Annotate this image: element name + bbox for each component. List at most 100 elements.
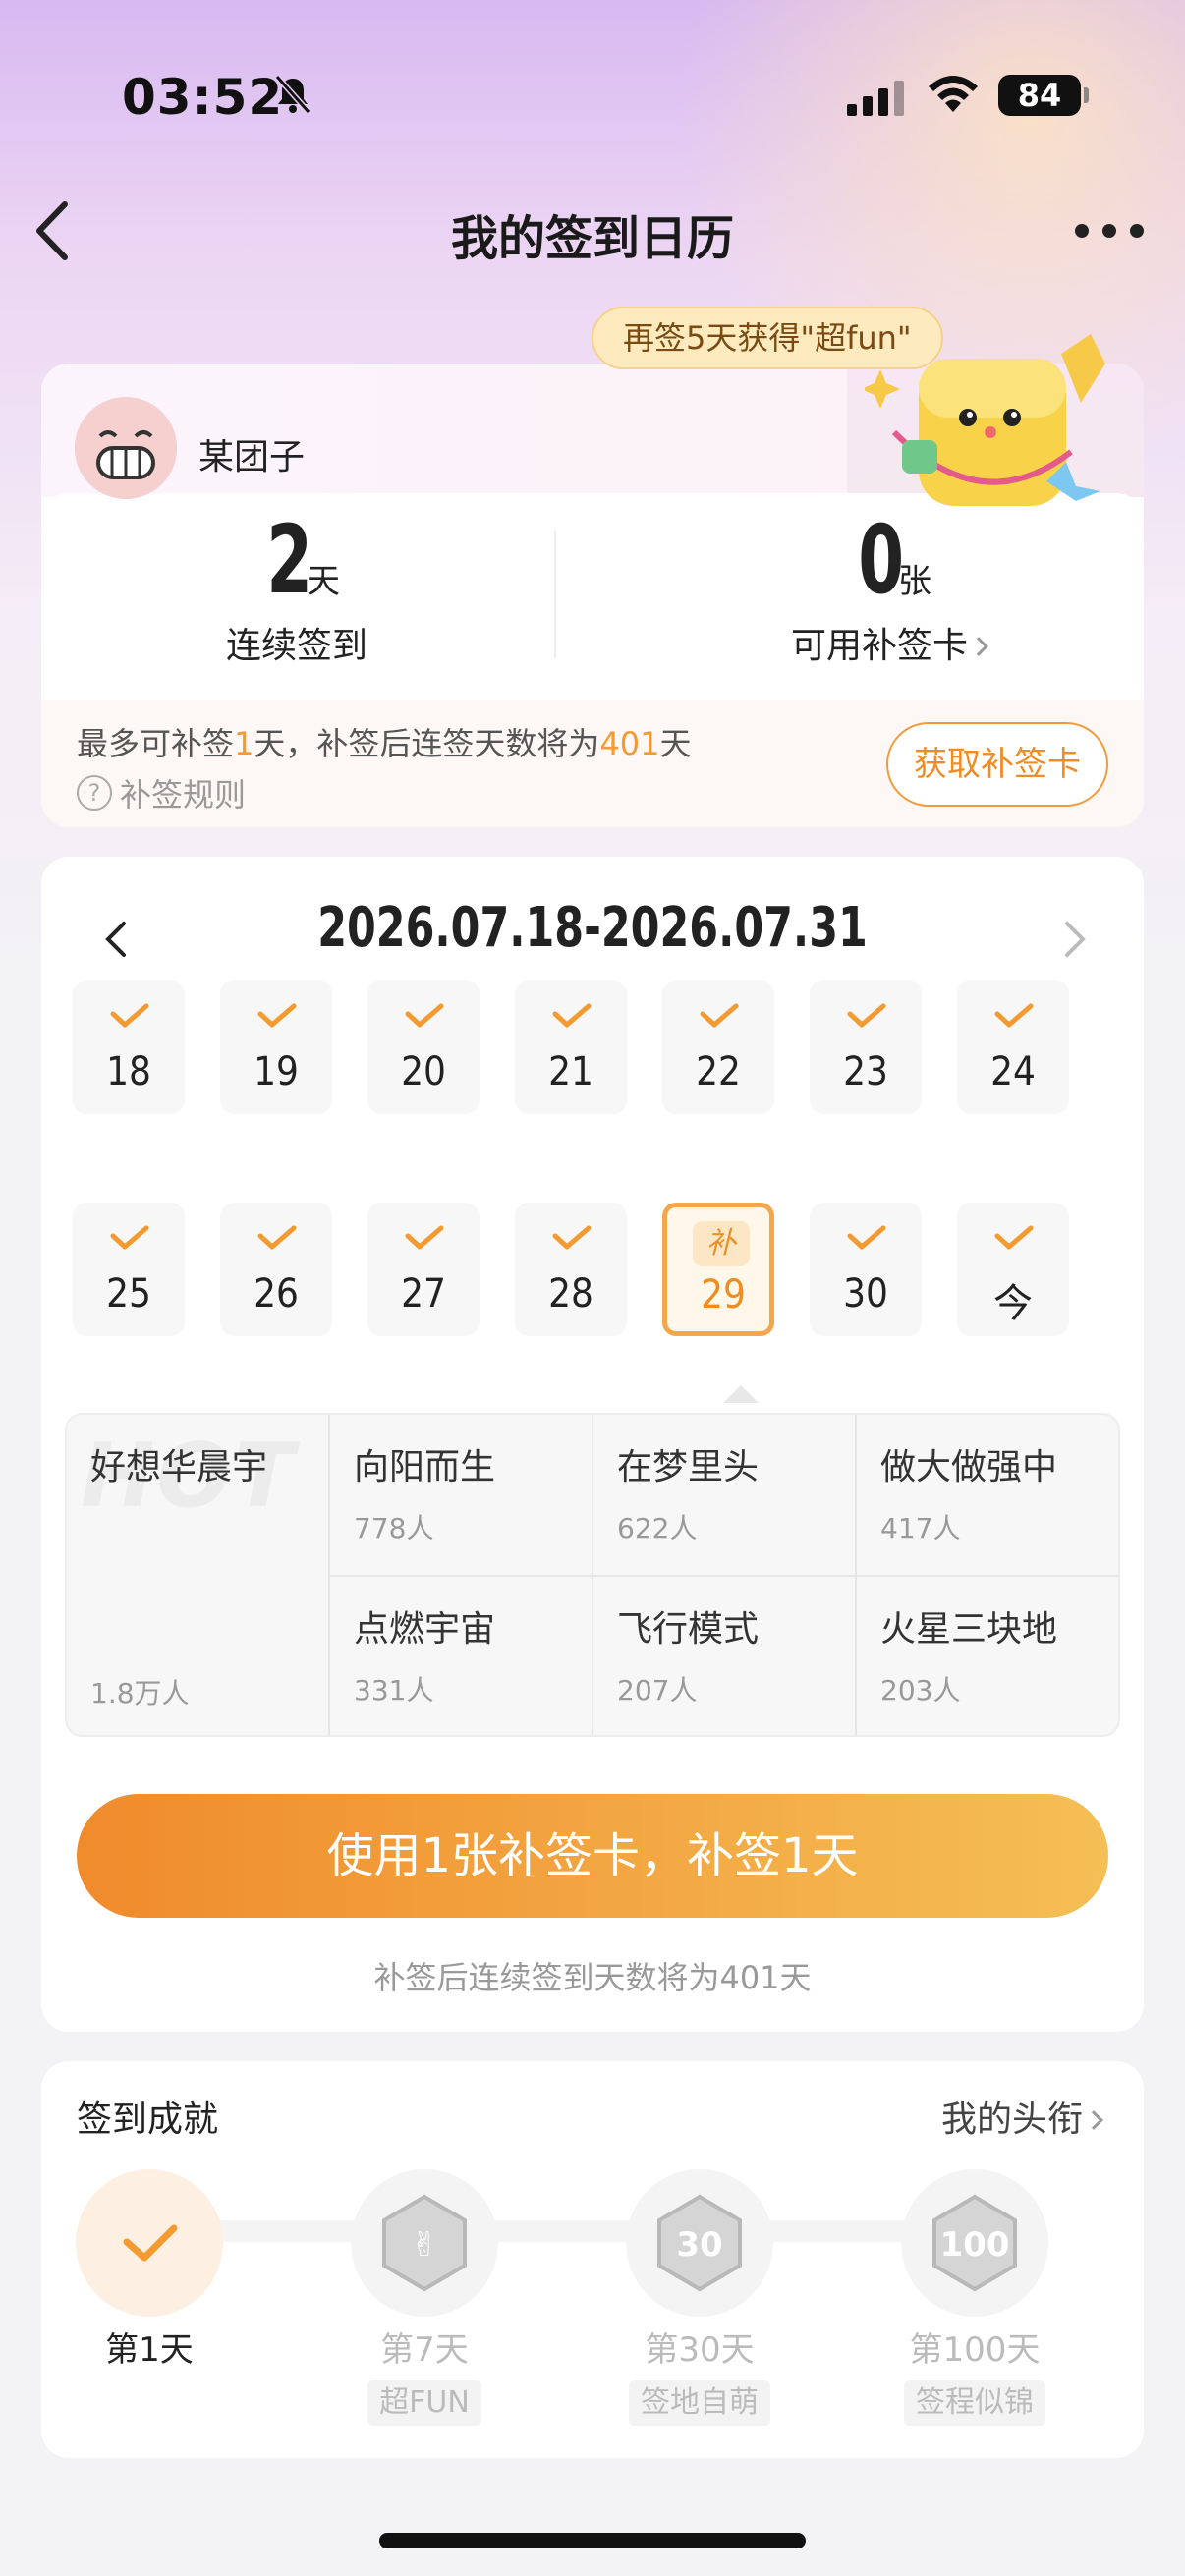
- locked-badge-icon: 30: [626, 2169, 773, 2317]
- day-cell[interactable]: 30: [810, 1203, 922, 1336]
- check-icon: [405, 1003, 444, 1028]
- svg-text:30: 30: [676, 2225, 722, 2265]
- selection-pointer: [723, 1385, 759, 1403]
- day-cell[interactable]: 24: [957, 980, 1069, 1114]
- help-icon: ?: [77, 775, 112, 811]
- svg-text:100: 100: [940, 2225, 1010, 2265]
- rules-label: 补签规则: [120, 776, 247, 813]
- cards-value: 0: [858, 505, 905, 615]
- day-cell[interactable]: 19: [220, 980, 332, 1114]
- ranking-item[interactable]: 在梦里头 622人: [593, 1415, 857, 1577]
- day-cell[interactable]: 27: [367, 1203, 480, 1336]
- achievements-title: 签到成就: [77, 2100, 219, 2140]
- status-bar: 03:52 84: [0, 0, 1185, 187]
- day-cell[interactable]: 20: [367, 980, 480, 1114]
- more-icon[interactable]: [1075, 206, 1144, 255]
- locked-badge-icon: 100: [901, 2169, 1048, 2317]
- check-icon: [257, 1003, 297, 1028]
- check-icon: [257, 1225, 297, 1250]
- day-cell[interactable]: 22: [662, 980, 774, 1114]
- achievement-tag: 签地自萌: [629, 2380, 770, 2426]
- check-icon: [110, 1225, 149, 1250]
- day-label: 18: [106, 1049, 151, 1094]
- check-badge-icon: [76, 2169, 223, 2317]
- date-range: 2026.07.18-2026.07.31: [317, 896, 868, 960]
- day-cell[interactable]: 26: [220, 1203, 332, 1336]
- check-icon: [700, 1003, 739, 1028]
- get-makeup-card-button[interactable]: 获取补签卡: [886, 722, 1108, 807]
- achievement-day: 第7天: [380, 2330, 469, 2370]
- day-label: 24: [990, 1049, 1036, 1094]
- page-title: 我的签到日历: [450, 211, 734, 266]
- promo-bubble: 再签5天获得"超fun": [592, 307, 943, 369]
- ranking-count: 331人: [354, 1674, 434, 1707]
- makeup-card-stat[interactable]: 0张 可用补签卡: [633, 511, 1144, 668]
- avatar: [75, 397, 177, 499]
- day-label: 今: [993, 1281, 1033, 1326]
- check-icon: [847, 1225, 886, 1250]
- ranking-top-item[interactable]: HOT 好想华晨宇 1.8万人: [67, 1415, 330, 1735]
- use-makeup-card-button[interactable]: 使用1张补签卡，补签1天: [77, 1794, 1108, 1918]
- makeup-rules-link[interactable]: ? 补签规则: [77, 770, 246, 815]
- calendar-card: 2026.07.18-2026.07.31 18 19 20 21 22 23 24 25 26…: [41, 857, 1144, 2032]
- achievements-card: 签到成就 我的头衔 第1天 ✌ 第7天超FUN 30 第30天签地自萌 100 第100天签…: [41, 2061, 1144, 2458]
- ranking-name: 做大做强中: [880, 1447, 1058, 1487]
- signal-icon: [847, 81, 904, 116]
- check-icon: [552, 1003, 592, 1028]
- day-label: 19: [254, 1049, 299, 1094]
- chevron-right-icon: [1084, 2110, 1103, 2130]
- my-titles-link[interactable]: 我的头衔: [941, 2091, 1103, 2142]
- day-cell[interactable]: 25: [73, 1203, 185, 1336]
- ranking-item[interactable]: 向阳而生 778人: [330, 1415, 593, 1577]
- day-label: 25: [106, 1271, 151, 1316]
- bell-muted-icon: [274, 75, 311, 114]
- day-label: 28: [548, 1271, 593, 1316]
- ranking-item[interactable]: 火星三块地 203人: [857, 1577, 1118, 1735]
- day-cell[interactable]: 23: [810, 980, 922, 1114]
- achievement-day: 第100天: [909, 2330, 1041, 2370]
- achievement-item[interactable]: 30 第30天签地自萌: [601, 2169, 798, 2426]
- next-week-icon[interactable]: [1055, 910, 1095, 969]
- achievement-day: 第1天: [105, 2330, 194, 2370]
- ranking-count: 417人: [880, 1512, 961, 1544]
- day-label: 30: [843, 1271, 888, 1316]
- streak-stat: 2天 连续签到: [41, 511, 552, 668]
- makeup-note: 最多可补签1天，补签后连签天数将为401天: [77, 725, 692, 762]
- ranking-item[interactable]: 点燃宇宙 331人: [330, 1577, 593, 1735]
- day-cell[interactable]: 今: [957, 1203, 1069, 1336]
- stat-divider: [554, 531, 556, 658]
- check-icon: [994, 1225, 1034, 1250]
- day-cell[interactable]: 21: [515, 980, 627, 1114]
- achievement-tag: 超FUN: [367, 2380, 481, 2426]
- ranking-count: 207人: [617, 1674, 698, 1707]
- achievement-item[interactable]: ✌ 第7天超FUN: [326, 2169, 523, 2426]
- home-indicator: [379, 2533, 806, 2548]
- achievement-track: [169, 2220, 994, 2242]
- day-label: 20: [401, 1049, 446, 1094]
- ranking-box: HOT 好想华晨宇 1.8万人 向阳而生 778人 在梦里头 622人 做大做强中 417…: [65, 1413, 1120, 1737]
- day-cell[interactable]: 补 29: [662, 1203, 774, 1336]
- svg-text:✌: ✌: [411, 2225, 439, 2265]
- achievement-item[interactable]: 第1天: [51, 2169, 248, 2371]
- day-label: 23: [843, 1049, 888, 1094]
- ranking-name: 点燃宇宙: [354, 1609, 496, 1650]
- day-label: 21: [548, 1049, 593, 1094]
- battery-indicator: 84: [998, 75, 1089, 116]
- ranking-name: 在梦里头: [617, 1447, 760, 1487]
- ranking-count: 203人: [880, 1674, 961, 1707]
- button-note: 补签后连续签到天数将为401天: [373, 1959, 812, 1996]
- ranking-item[interactable]: 做大做强中 417人: [857, 1415, 1118, 1577]
- cards-label: 可用补签卡: [790, 626, 968, 666]
- check-icon: [405, 1225, 444, 1250]
- day-cell[interactable]: 28: [515, 1203, 627, 1336]
- ranking-name: 好想华晨宇: [90, 1447, 268, 1487]
- day-label: 29: [701, 1272, 746, 1317]
- locked-badge-icon: ✌: [351, 2169, 498, 2317]
- achievement-day: 第30天: [645, 2330, 755, 2370]
- day-cell[interactable]: 18: [73, 980, 185, 1114]
- ranking-name: 火星三块地: [880, 1609, 1058, 1650]
- makeup-tag: 补: [693, 1221, 750, 1266]
- check-icon: [994, 1003, 1034, 1028]
- achievement-item[interactable]: 100 第100天 签程似锦: [876, 2169, 1073, 2426]
- ranking-item[interactable]: 飞行模式 207人: [593, 1577, 857, 1735]
